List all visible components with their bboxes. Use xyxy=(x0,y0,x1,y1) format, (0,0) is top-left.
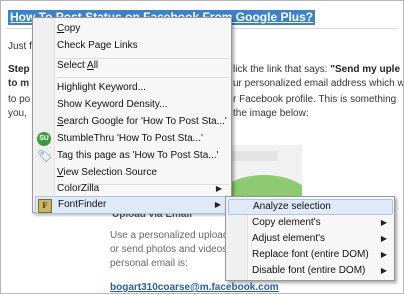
context-menu: Copy Check Page Links Select All Highlig… xyxy=(32,17,232,214)
menu-item-show-keyword-density[interactable]: Show Keyword Density... xyxy=(35,96,230,114)
submenu-arrow-icon: ▶ xyxy=(214,200,221,209)
tag-icon: 🏷 xyxy=(37,149,53,163)
line-2-right-text: lick the link that says: xyxy=(233,64,331,75)
upload-body-line-2: or send photos and videos st xyxy=(110,244,238,255)
personal-email-link[interactable]: bogart310coarse@m.facebook.com xyxy=(110,282,279,293)
menu-item-label: Copy xyxy=(57,23,81,34)
submenu-item-label: Analyze selection xyxy=(253,201,331,212)
menu-item-fontfinder[interactable]: F FontFinder ▶ xyxy=(35,196,230,214)
upload-body-line-3: personal email is: xyxy=(110,258,188,269)
menu-item-label: View Selection Source xyxy=(57,167,157,178)
menu-item-search-google[interactable]: Search Google for 'How To Post Sta...' xyxy=(35,113,230,131)
submenu-item-label: Disable font (entire DOM) xyxy=(252,265,366,276)
article-text-line-4-right: r Facebook profile. This is something xyxy=(233,94,397,105)
menu-item-label: FontFinder xyxy=(58,199,107,210)
submenu-item-copy-elements[interactable]: Copy element's ▶ xyxy=(228,215,393,231)
menu-separator xyxy=(57,77,229,78)
submenu-item-disable-font[interactable]: Disable font (entire DOM) ▶ xyxy=(228,263,393,279)
image-placeholder-bar xyxy=(228,151,278,161)
menu-item-tag-page[interactable]: 🏷 Tag this page as 'How To Post Sta...' xyxy=(35,147,230,165)
submenu-item-label: Copy element's xyxy=(252,217,321,228)
article-text-line-3-right: ur personalized email address which w xyxy=(233,78,404,89)
submenu-arrow-icon: ▶ xyxy=(380,266,387,275)
article-text-line-5-left: you, xyxy=(8,108,27,119)
menu-item-label: Select All xyxy=(57,60,99,71)
menu-item-label: Check Page Links xyxy=(57,40,138,51)
menu-item-label: Highlight Keyword... xyxy=(57,82,146,93)
line-2-bold-text: "Send my uple xyxy=(330,64,401,75)
menu-item-label: ColorZilla xyxy=(57,183,100,194)
menu-item-highlight-keyword[interactable]: Highlight Keyword... xyxy=(35,79,230,97)
article-text-line-3-left: to m xyxy=(8,78,30,89)
submenu-arrow-icon: ▶ xyxy=(380,234,387,243)
menu-item-select-all[interactable]: Select All xyxy=(35,57,230,75)
submenu-item-replace-font[interactable]: Replace font (entire DOM) ▶ xyxy=(228,247,393,263)
submenu-item-label: Adjust element's xyxy=(252,233,326,244)
fontfinder-icon: F xyxy=(38,199,52,213)
stumbleupon-icon: SU xyxy=(37,132,51,146)
article-text-line-5-right: the image below: xyxy=(233,108,309,119)
article-text-line-2-right: lick the link that says: "Send my uple xyxy=(233,63,400,76)
menu-item-label: Search Google for 'How To Post Sta...' xyxy=(57,116,227,127)
menu-item-copy[interactable]: Copy xyxy=(35,20,230,38)
submenu-arrow-icon: ▶ xyxy=(380,218,387,227)
menu-item-label: Tag this page as 'How To Post Sta...' xyxy=(57,150,219,161)
menu-item-check-page-links[interactable]: Check Page Links xyxy=(35,37,230,55)
submenu-arrow-icon: ▶ xyxy=(380,250,387,259)
menu-item-label: StumbleThru 'How To Post Sta...' xyxy=(57,133,203,144)
fontfinder-submenu: Analyze selection Copy element's ▶ Adjus… xyxy=(225,196,395,281)
submenu-item-adjust-elements[interactable]: Adjust element's ▶ xyxy=(228,231,393,247)
menu-item-stumblethru[interactable]: SU StumbleThru 'How To Post Sta...' xyxy=(35,130,230,148)
submenu-item-analyze-selection[interactable]: Analyze selection xyxy=(228,199,393,215)
submenu-item-label: Replace font (entire DOM) xyxy=(252,249,369,260)
article-text-line-4-left: to po xyxy=(8,94,31,105)
step-label: Step xyxy=(8,64,30,75)
article-text-step: Step xyxy=(8,63,30,76)
article-text-line-1: Just f xyxy=(8,41,32,52)
menu-item-label: Show Keyword Density... xyxy=(57,99,168,110)
